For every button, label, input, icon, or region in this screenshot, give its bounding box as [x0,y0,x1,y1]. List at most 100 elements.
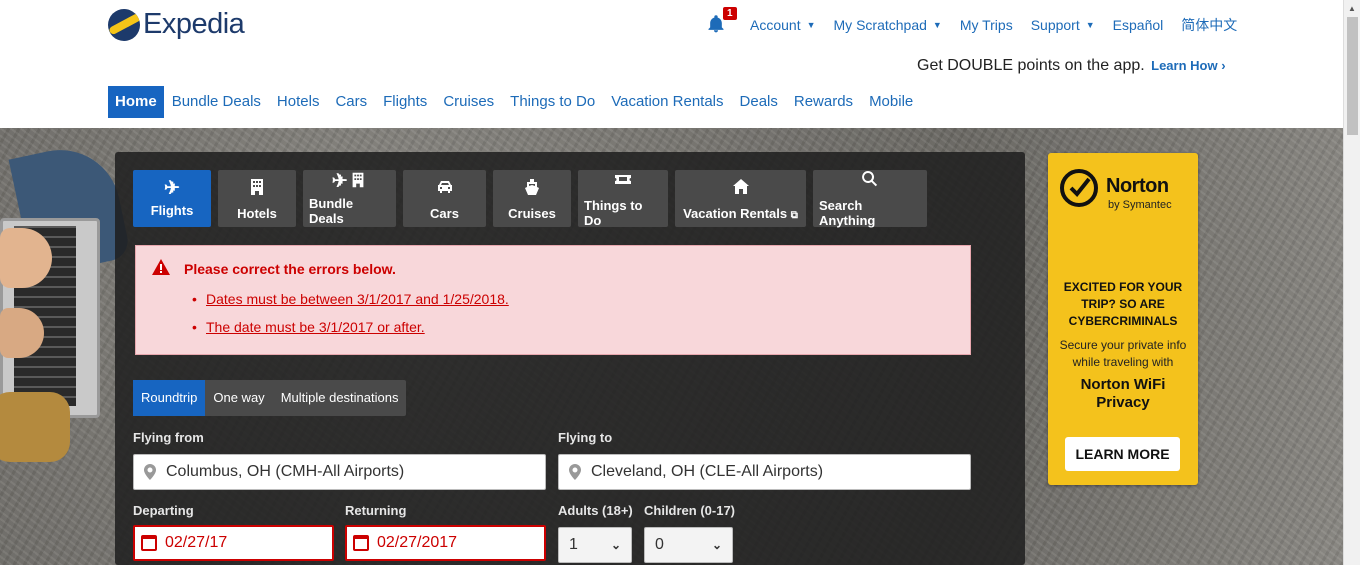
location-pin-icon [569,464,581,480]
flying-from-label: Flying from [133,430,204,445]
flying-to-label: Flying to [558,430,613,445]
chinese-label: 简体中文 [1181,17,1238,33]
ticket-icon [613,169,633,194]
nav-rewards[interactable]: Rewards [786,86,861,118]
nav-hotels[interactable]: Hotels [269,86,328,118]
trip-one-way[interactable]: One way [205,380,272,416]
error-summary: Please correct the errors below. Dates m… [135,245,971,355]
scroll-up-arrow-icon[interactable]: ▲ [1348,4,1356,13]
spanish-link[interactable]: Español [1113,17,1164,33]
site-header: Expedia 1 Account ▼ My Scratchpad ▼ My T… [0,0,1343,128]
logo-text: Expedia [143,8,245,40]
adults-select[interactable]: 1 ⌄ [558,527,632,563]
account-menu[interactable]: Account ▼ [750,17,816,33]
flying-from-input[interactable]: Columbus, OH (CMH-All Airports) [133,454,546,490]
tab-things-to-do[interactable]: Things to Do [578,169,668,228]
support-label: Support [1030,17,1080,33]
departing-label: Departing [133,503,194,518]
error-list: Dates must be between 3/1/2017 and 1/25/… [192,291,509,347]
error-link-date-range[interactable]: Dates must be between 3/1/2017 and 1/25/… [192,291,509,307]
tab-bundle-deals-label: Bundle Deals [309,196,354,226]
tab-cars-label: Cars [430,205,459,221]
nav-flights[interactable]: Flights [375,86,435,118]
chevron-down-icon: ⌄ [711,538,722,552]
checkmark-icon [1060,169,1098,207]
product-tabs: ✈ Flights Hotels ✈ Bundle Deals Cars Cru… [133,169,934,228]
globe-icon [108,8,140,41]
nav-vacation-rentals[interactable]: Vacation Rentals [603,86,731,118]
learn-how-link[interactable]: Learn How › [1151,58,1225,73]
promo-text: Get DOUBLE points on the app. [917,57,1145,74]
trip-roundtrip[interactable]: Roundtrip [133,380,206,416]
norton-brand-sub: by Symantec [1108,199,1172,211]
tab-cruises[interactable]: Cruises [493,170,571,227]
chevron-down-icon: ⌄ [610,538,621,552]
chevron-down-icon: ▼ [806,20,816,30]
departing-date-input[interactable]: 02/27/17 [133,525,334,561]
nav-things-to-do[interactable]: Things to Do [502,86,603,118]
tab-bundle-deals[interactable]: ✈ Bundle Deals [303,170,396,227]
tab-flights-label: Flights [150,203,194,218]
children-value: 0 [655,536,664,553]
calendar-icon [353,535,369,551]
my-trips-label: My Trips [959,17,1013,33]
tab-hotels[interactable]: Hotels [218,170,296,227]
main-nav: Home Bundle Deals Hotels Cars Flights Cr… [108,86,921,118]
tab-vacation-rentals[interactable]: Vacation Rentals ⧉ [675,170,806,227]
chinese-link[interactable]: 简体中文 [1181,15,1237,35]
car-icon [435,177,455,202]
calendar-icon [141,535,157,551]
plane-icon: ✈ [164,178,180,199]
account-label: Account [750,17,801,33]
tab-vacation-rentals-text: Vacation Rentals [683,205,788,221]
returning-label: Returning [345,503,407,518]
nav-cruises[interactable]: Cruises [435,86,502,118]
tab-cars[interactable]: Cars [403,170,486,227]
external-link-icon: ⧉ [790,209,798,221]
nav-home[interactable]: Home [108,86,164,118]
norton-ad[interactable]: Norton by Symantec EXCITED FOR YOUR TRIP… [1048,153,1198,485]
spanish-label: Español [1112,17,1164,33]
trip-multiple-destinations[interactable]: Multiple destinations [273,380,407,416]
page-scrollbar[interactable]: ▲ [1343,0,1360,565]
ad-copy: Secure your private info while traveling… [1059,338,1187,369]
support-menu[interactable]: Support ▼ [1031,17,1095,33]
plane-building-icon: ✈ [332,171,368,192]
error-link-min-date[interactable]: The date must be 3/1/2017 or after. [192,319,509,335]
nav-mobile[interactable]: Mobile [861,86,921,118]
flying-from-value: Columbus, OH (CMH-All Airports) [166,463,405,480]
children-select[interactable]: 0 ⌄ [644,527,733,563]
tab-search-anything-label: Search Anything [819,198,876,228]
house-icon [731,177,751,202]
nav-bundle-deals[interactable]: Bundle Deals [164,86,269,118]
tab-vacation-rentals-label: Vacation Rentals ⧉ [683,206,798,221]
norton-logo: Norton by Symantec [1060,169,1190,219]
children-label: Children (0-17) [644,503,736,518]
scratchpad-menu[interactable]: My Scratchpad ▼ [834,17,942,33]
tab-search-anything[interactable]: Search Anything [813,169,927,228]
search-icon [860,169,880,194]
ad-headline: EXCITED FOR YOUR TRIP? SO ARE CYBERCRIMI… [1063,280,1183,328]
returning-date-input[interactable]: 02/27/2017 [345,525,546,561]
nav-deals[interactable]: Deals [732,86,786,118]
scrollbar-thumb[interactable] [1347,17,1358,135]
building-icon [247,177,267,202]
scratchpad-label: My Scratchpad [833,17,927,33]
learn-more-button[interactable]: LEARN MORE [1065,437,1180,471]
app-promo: Get DOUBLE points on the app. Learn How … [917,57,1226,75]
notifications-bell[interactable]: 1 [706,7,737,36]
ad-product: Norton WiFi Privacy [1080,376,1166,411]
expedia-logo[interactable]: Expedia [108,8,245,41]
nav-cars[interactable]: Cars [327,86,375,118]
utility-nav: 1 Account ▼ My Scratchpad ▼ My Trips Sup… [706,7,1255,36]
adults-value: 1 [569,536,578,553]
departing-date-value: 02/27/17 [165,534,228,551]
flying-to-value: Cleveland, OH (CLE-All Airports) [591,463,824,480]
tab-hotels-label: Hotels [237,205,277,221]
tab-cruises-label: Cruises [508,205,556,221]
tab-flights[interactable]: ✈ Flights [133,170,211,227]
error-title: Please correct the errors below. [184,261,396,277]
returning-date-value: 02/27/2017 [377,534,458,551]
my-trips-link[interactable]: My Trips [960,17,1013,33]
flying-to-input[interactable]: Cleveland, OH (CLE-All Airports) [558,454,971,490]
